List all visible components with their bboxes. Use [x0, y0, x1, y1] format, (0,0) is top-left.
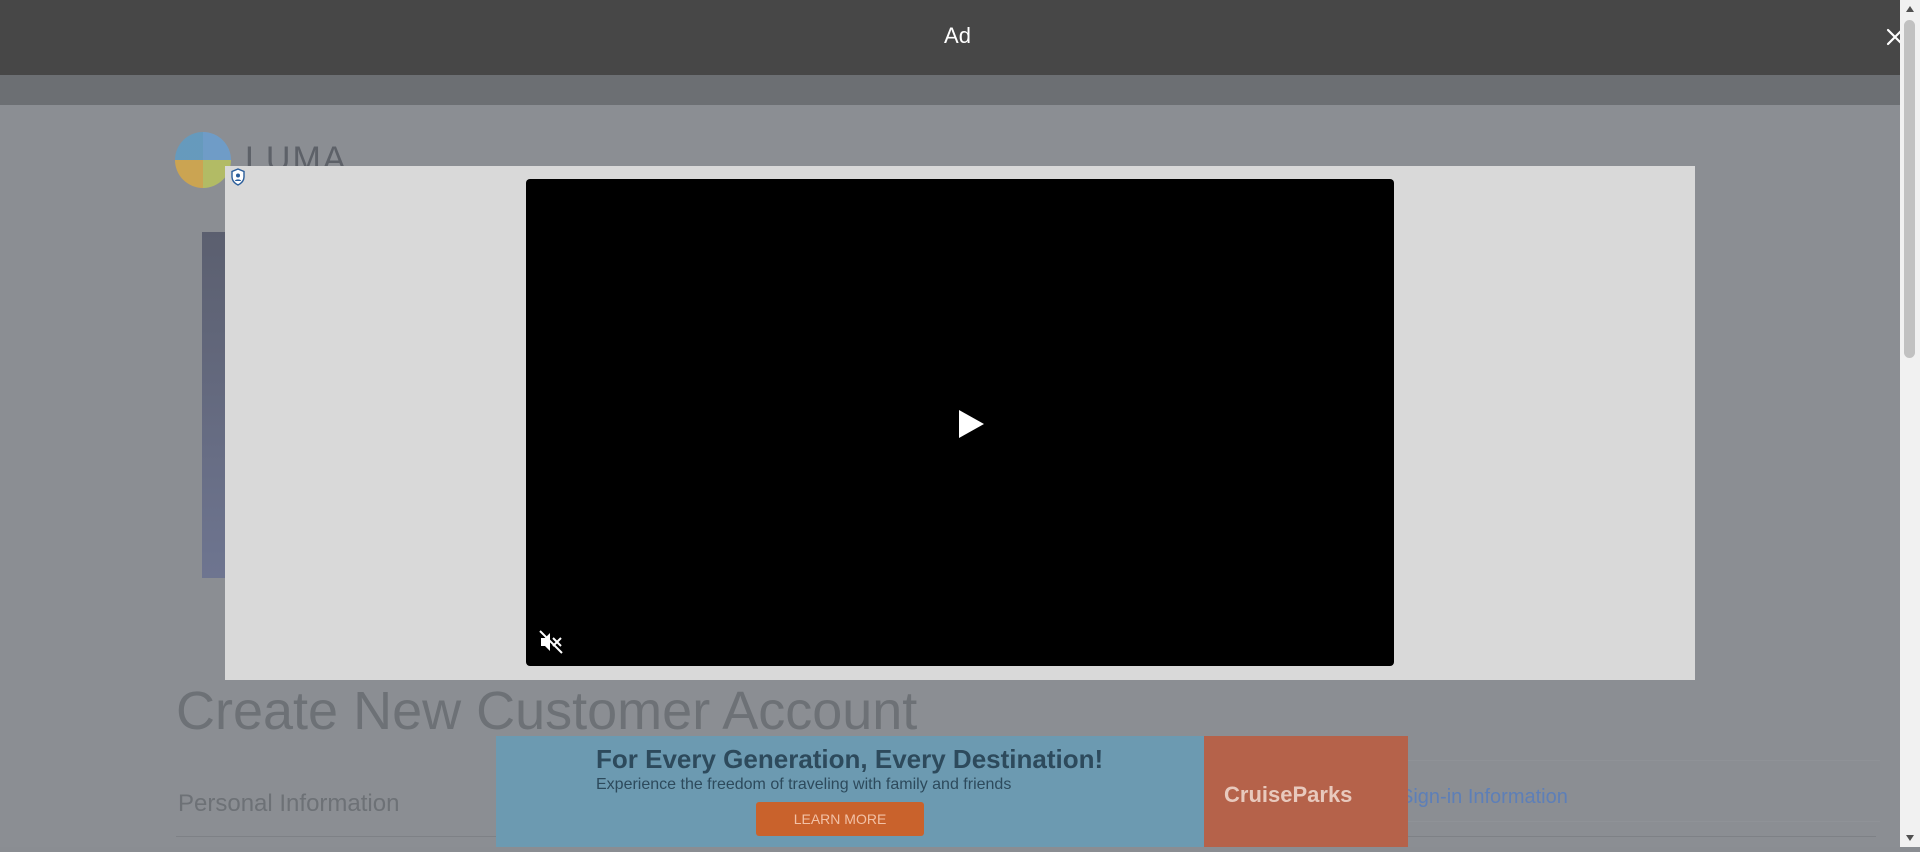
- bottom-banner-ad[interactable]: For Every Generation, Every Destination!…: [496, 736, 1408, 847]
- scroll-down-arrow-icon[interactable]: [1900, 829, 1920, 847]
- page-top-strip: [0, 75, 1900, 105]
- banner-cta-button[interactable]: LEARN MORE: [756, 802, 924, 836]
- banner-headline: For Every Generation, Every Destination!: [596, 744, 1104, 774]
- ad-title: Ad: [944, 23, 971, 48]
- muted-speaker-icon[interactable]: [536, 627, 566, 657]
- page-title: Create New Customer Account: [176, 681, 918, 741]
- vertical-scrollbar[interactable]: [1900, 0, 1920, 847]
- sign-in-link: Sign-in Information: [1400, 786, 1568, 808]
- banner-brand-name: CruiseParks: [1224, 782, 1353, 807]
- ad-panel: [225, 166, 1695, 680]
- ad-header-bar: Ad: [0, 0, 1904, 75]
- section-title: Personal Information: [178, 790, 400, 817]
- video-player[interactable]: [526, 179, 1394, 666]
- luma-logo-icon: [175, 132, 231, 188]
- scroll-up-arrow-icon[interactable]: [1900, 0, 1920, 18]
- scrollbar-thumb[interactable]: [1904, 20, 1915, 358]
- privacy-shield-icon[interactable]: [227, 166, 249, 188]
- banner-brand-block: CruiseParks: [1204, 736, 1408, 847]
- play-icon[interactable]: [948, 404, 988, 444]
- banner-subline: Experience the freedom of traveling with…: [596, 776, 1012, 793]
